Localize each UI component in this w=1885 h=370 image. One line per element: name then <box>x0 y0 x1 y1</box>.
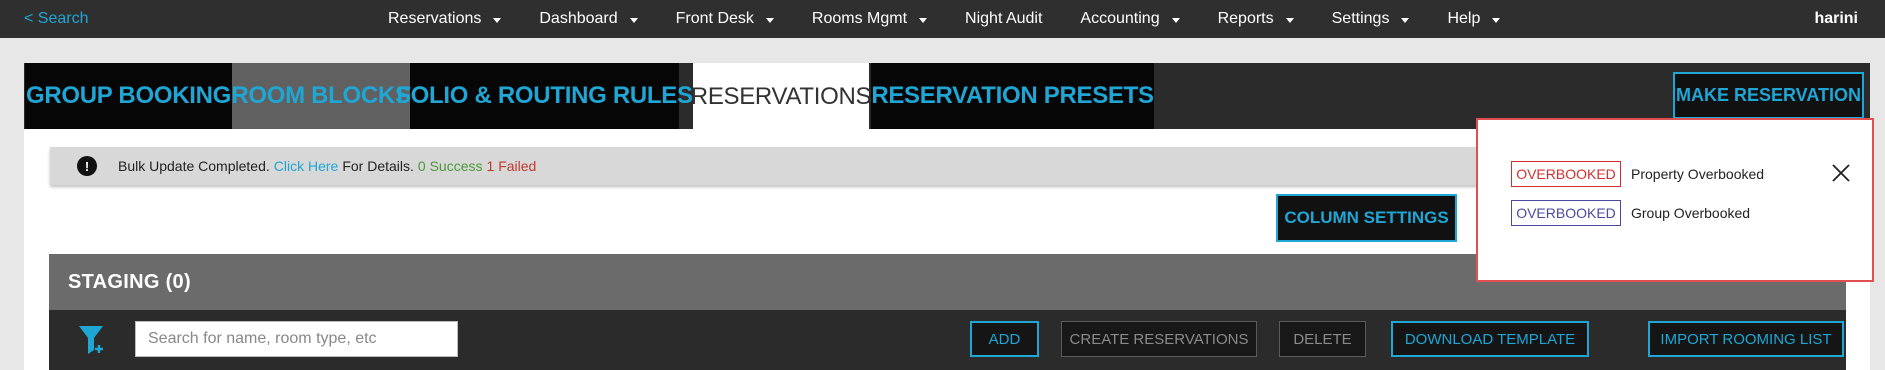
menu-settings[interactable]: Settings <box>1332 10 1410 28</box>
menu-reports-label: Reports <box>1217 10 1274 27</box>
tab-folio-routing-rules[interactable]: FOLIO & ROUTING RULES <box>396 63 693 129</box>
staging-search-input[interactable] <box>135 321 458 357</box>
tab-reservation-presets[interactable]: RESERVATION PRESETS <box>871 63 1154 129</box>
notice-text: Bulk Update Completed. <box>118 158 270 174</box>
warning-icon: ! <box>77 156 97 176</box>
menu-reports[interactable]: Reports <box>1218 10 1294 28</box>
import-rooming-list-button[interactable]: IMPORT ROOMING LIST <box>1648 321 1844 357</box>
overbooked-badge: OVERBOOKED <box>1511 200 1621 226</box>
menu-accounting-label: Accounting <box>1080 10 1160 27</box>
menu-reservations[interactable]: Reservations <box>388 10 502 28</box>
chevron-down-icon <box>493 18 502 23</box>
menu-rooms-mgmt[interactable]: Rooms Mgmt <box>811 10 928 28</box>
notice-failed-count: 1 Failed <box>486 158 537 174</box>
chevron-down-icon <box>1401 18 1410 23</box>
column-settings-button[interactable]: COLUMN SETTINGS <box>1276 194 1457 242</box>
chevron-down-icon <box>1171 18 1180 23</box>
menu-help-label: Help <box>1447 10 1481 27</box>
chevron-down-icon <box>1492 18 1501 23</box>
delete-button[interactable]: DELETE <box>1279 321 1366 357</box>
tab-group-booking[interactable]: GROUP BOOKING <box>25 63 232 129</box>
add-button[interactable]: ADD <box>970 321 1039 357</box>
chevron-down-icon <box>1285 18 1294 23</box>
menu-settings-label: Settings <box>1331 10 1390 27</box>
menu-night-audit[interactable]: Night Audit <box>965 10 1042 28</box>
menu-help[interactable]: Help <box>1447 10 1501 28</box>
legend-label: Group Overbooked <box>1631 205 1751 221</box>
filter-icon[interactable] <box>77 323 107 357</box>
overbooked-badge: OVERBOOKED <box>1511 161 1621 187</box>
menu-front-desk-label: Front Desk <box>675 10 754 27</box>
menu-front-desk[interactable]: Front Desk <box>676 10 774 28</box>
download-template-button[interactable]: DOWNLOAD TEMPLATE <box>1391 321 1589 357</box>
top-navbar: < Search Reservations Dashboard Front De… <box>0 0 1885 38</box>
make-reservation-button[interactable]: MAKE RESERVATION <box>1673 72 1864 119</box>
notice-details-link[interactable]: Click Here <box>274 158 339 174</box>
chevron-down-icon <box>919 18 928 23</box>
bulk-update-notice: ! Bulk Update Completed. Click Here For … <box>50 147 1510 185</box>
menu-reservations-label: Reservations <box>388 10 482 27</box>
chevron-down-icon <box>765 18 774 23</box>
menu-accounting[interactable]: Accounting <box>1080 10 1180 28</box>
notice-success-count: 0 Success <box>417 158 483 174</box>
staging-toolbar: ADD CREATE RESERVATIONS DELETE DOWNLOAD … <box>49 310 1846 370</box>
menu-dashboard-label: Dashboard <box>539 10 618 27</box>
main-menu: Reservations Dashboard Front Desk Rooms … <box>388 0 1538 38</box>
menu-dashboard[interactable]: Dashboard <box>539 10 638 28</box>
menu-rooms-mgmt-label: Rooms Mgmt <box>811 10 908 27</box>
menu-night-audit-label: Night Audit <box>965 10 1043 27</box>
close-icon[interactable] <box>1830 162 1852 184</box>
tab-room-blocks[interactable]: ROOM BLOCKS <box>231 63 411 129</box>
legend-label: Property Overbooked <box>1631 166 1765 182</box>
user-menu[interactable]: harini <box>1814 10 1858 28</box>
search-back-link[interactable]: < Search <box>24 10 88 28</box>
overbooked-legend-popup: OVERBOOKED Property Overbooked OVERBOOKE… <box>1476 118 1874 282</box>
create-reservations-button[interactable]: CREATE RESERVATIONS <box>1061 321 1257 357</box>
legend-item-group: OVERBOOKED Group Overbooked <box>1511 200 1750 226</box>
staging-title: STAGING (0) <box>68 270 191 293</box>
notice-text-middle: For Details. <box>342 158 414 174</box>
chevron-down-icon <box>629 18 638 23</box>
legend-item-property: OVERBOOKED Property Overbooked <box>1511 161 1764 187</box>
tab-reservations[interactable]: RESERVATIONS <box>691 63 872 131</box>
